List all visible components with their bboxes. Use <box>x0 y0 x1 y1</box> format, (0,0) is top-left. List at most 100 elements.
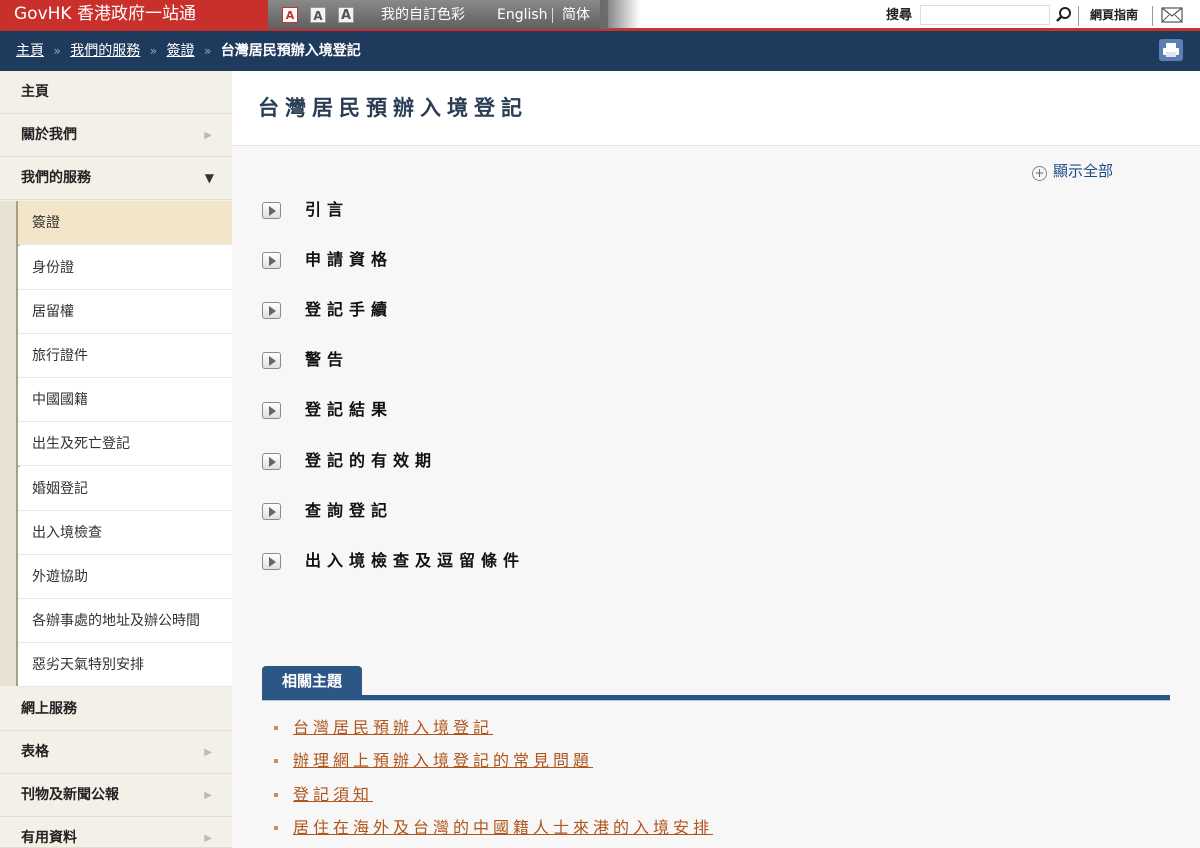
page-title: 台灣居民預辦入境登記 <box>258 96 528 120</box>
sidebar-item-label: 網上服務 <box>21 701 77 717</box>
utility-bar-fade <box>600 0 640 29</box>
font-size-medium-button[interactable]: A <box>310 7 326 23</box>
section-title[interactable]: 出入境檢查及逗留條件 <box>305 549 525 573</box>
search-icon[interactable] <box>1055 6 1073 24</box>
sidebar-item-about-us[interactable]: 關於我們 ▶ <box>0 114 232 157</box>
sidebar-item-publications[interactable]: 刊物及新聞公報 ▶ <box>0 774 232 817</box>
lang-divider <box>552 8 553 23</box>
sidebar-subitem-identity-card[interactable]: 身份證 <box>18 246 232 290</box>
sidebar-subitem-immigration-clearance[interactable]: 出入境檢查 <box>18 511 232 555</box>
font-size-large-button[interactable]: A <box>338 7 354 23</box>
sidebar-subitem-label: 出入境檢查 <box>32 525 102 541</box>
breadcrumb-separator: » <box>53 44 61 58</box>
sidebar-subitem-label: 旅行證件 <box>32 348 88 364</box>
search-input[interactable] <box>920 5 1050 25</box>
sidebar-subitem-travel-documents[interactable]: 旅行證件 <box>18 334 232 378</box>
mail-icon[interactable] <box>1161 6 1183 24</box>
sidebar-subitem-births-deaths[interactable]: 出生及死亡登記 <box>18 422 232 466</box>
sidebar-item-label: 我們的服務 <box>21 170 91 186</box>
breadcrumb-visas[interactable]: 簽證 <box>167 43 195 59</box>
sidebar-item-our-services[interactable]: 我們的服務 ▼ <box>0 157 232 200</box>
related-link[interactable]: 辦理網上預辦入境登記的常見問題 <box>293 749 593 773</box>
expand-arrow-icon[interactable] <box>262 202 281 219</box>
sidebar-item-label: 有用資料 <box>21 830 77 846</box>
print-icon[interactable] <box>1159 39 1183 61</box>
sidebar-subitem-chinese-nationality[interactable]: 中國國籍 <box>18 378 232 422</box>
sidebar-item-home[interactable]: 主頁 <box>0 71 232 114</box>
section-title[interactable]: 申請資格 <box>305 248 393 272</box>
breadcrumb-bar: 主頁 » 我們的服務 » 簽證 » 台灣居民預辦入境登記 <box>0 31 1200 71</box>
expand-arrow-icon[interactable] <box>262 352 281 369</box>
expand-arrow-icon[interactable] <box>262 302 281 319</box>
sidebar-subitem-bad-weather[interactable]: 惡劣天氣特別安排 <box>18 643 232 687</box>
section-title[interactable]: 查詢登記 <box>305 499 393 523</box>
custom-colour-link[interactable]: 我的自訂色彩 <box>381 0 465 31</box>
section-title[interactable]: 登記的有效期 <box>305 449 437 473</box>
brand-text: GovHK 香港政府一站通 <box>14 4 196 24</box>
sidebar-subitem-label: 外遊協助 <box>32 569 88 585</box>
sidebar-item-forms[interactable]: 表格 ▶ <box>0 731 232 774</box>
divider <box>1078 6 1079 26</box>
breadcrumb: 主頁 » 我們的服務 » 簽證 » 台灣居民預辦入境登記 <box>16 31 361 71</box>
sidebar-item-label: 表格 <box>21 744 49 760</box>
sidebar-subitem-label: 簽證 <box>32 215 60 231</box>
expand-arrow-icon[interactable] <box>262 553 281 570</box>
chevron-right-icon: ▶ <box>204 747 212 758</box>
top-bar: GovHK 香港政府一站通 A A A 我的自訂色彩 English 简体 搜尋… <box>0 0 1200 31</box>
simplified-chinese-link[interactable]: 简体 <box>562 0 590 31</box>
related-link[interactable]: 居住在海外及台灣的中國籍人士來港的入境安排 <box>293 816 713 840</box>
sidebar-subitem-label: 身份證 <box>32 260 74 276</box>
bullet-icon <box>274 826 278 830</box>
expand-arrow-icon[interactable] <box>262 252 281 269</box>
section-title[interactable]: 登記手續 <box>305 298 393 322</box>
sidebar-item-label: 刊物及新聞公報 <box>21 787 119 803</box>
search-label: 搜尋 <box>886 8 913 23</box>
expand-arrow-icon[interactable] <box>262 503 281 520</box>
related-link[interactable]: 台灣居民預辦入境登記 <box>293 716 493 740</box>
show-all-label: 顯示全部 <box>1053 162 1114 180</box>
brand-chevron <box>248 0 268 28</box>
chevron-right-icon: ▶ <box>204 790 212 801</box>
chevron-right-icon: ▶ <box>204 130 212 141</box>
expand-arrow-icon[interactable] <box>262 453 281 470</box>
chevron-right-icon: ▶ <box>204 833 212 844</box>
section-title[interactable]: 警告 <box>305 348 349 372</box>
expand-arrow-icon[interactable] <box>262 402 281 419</box>
govhk-logo[interactable]: GovHK 香港政府一站通 <box>0 0 268 29</box>
bullet-icon <box>274 726 278 730</box>
sidebar-subitem-marriage[interactable]: 婚姻登記 <box>18 467 232 511</box>
sidebar-item-online-services[interactable]: 網上服務 <box>0 688 232 731</box>
breadcrumb-home[interactable]: 主頁 <box>16 43 44 59</box>
english-link[interactable]: English <box>497 0 548 31</box>
breadcrumb-current: 台灣居民預辦入境登記 <box>220 43 361 59</box>
sidebar-subitem-label: 中國國籍 <box>32 392 88 408</box>
sidebar-subitem-label: 居留權 <box>32 304 74 320</box>
breadcrumb-separator: » <box>149 44 158 58</box>
divider <box>1152 6 1153 26</box>
sidebar-subitem-label: 婚姻登記 <box>32 481 88 497</box>
section-title[interactable]: 引言 <box>305 198 349 222</box>
sidebar-subitem-visas[interactable]: 簽證 <box>18 201 232 245</box>
show-all-button[interactable]: + 顯示全部 <box>1032 160 1113 181</box>
font-size-small-button[interactable]: A <box>282 7 298 23</box>
related-link[interactable]: 登記須知 <box>293 783 373 807</box>
sidebar-item-label: 主頁 <box>21 84 49 100</box>
breadcrumb-our-services[interactable]: 我們的服務 <box>70 43 140 59</box>
sidebar-subitem-label: 各辦事處的地址及辦公時間 <box>32 613 200 629</box>
sidebar-subitem-assistance-abroad[interactable]: 外遊協助 <box>18 555 232 599</box>
related-topics-bar <box>262 695 1170 701</box>
site-guide-link[interactable]: 網頁指南 <box>1090 0 1138 31</box>
sidebar-subitem-label: 出生及死亡登記 <box>32 436 130 452</box>
sidebar-item-label: 關於我們 <box>21 127 77 143</box>
sidebar-subitem-office-addresses[interactable]: 各辦事處的地址及辦公時間 <box>18 599 232 643</box>
sidebar-subitem-right-of-abode[interactable]: 居留權 <box>18 290 232 334</box>
breadcrumb-separator: » <box>203 44 212 58</box>
sidebar-item-useful-info[interactable]: 有用資料 ▶ <box>0 817 232 848</box>
related-topics-tab: 相關主題 <box>262 666 362 697</box>
bullet-icon <box>274 759 278 763</box>
chevron-down-icon: ▼ <box>204 171 214 185</box>
bullet-icon <box>274 793 278 797</box>
sidebar-subitem-label: 惡劣天氣特別安排 <box>32 657 144 673</box>
section-title[interactable]: 登記結果 <box>305 398 393 422</box>
plus-circle-icon: + <box>1032 166 1047 181</box>
